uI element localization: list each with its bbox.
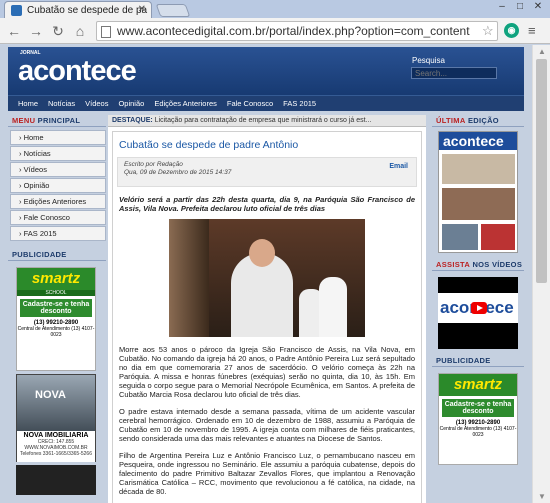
third-ad[interactable] <box>16 465 96 495</box>
right-sidebar: ÚLTIMA EDIÇÃO acontece ASSISTA NOS VÍDEO… <box>432 115 524 465</box>
browser-window: Cubatão se despede de pa ✕ – □ ✕ ← → ↻ ⌂… <box>0 0 550 503</box>
article-photo <box>169 219 365 337</box>
browser-tab[interactable]: Cubatão se despede de pa ✕ <box>4 1 152 18</box>
side-menu-item[interactable]: › Fale Conosco <box>10 210 106 225</box>
video-player[interactable]: acontece <box>438 277 518 349</box>
smartz-ad-right[interactable]: smartz Cadastre-se e tenha desconto (13)… <box>438 373 518 465</box>
tab-title: Cubatão se despede de pa <box>27 5 148 16</box>
side-menu-item[interactable]: › Edições Anteriores <box>10 194 106 209</box>
side-menu-item[interactable]: › FAS 2015 <box>10 226 106 241</box>
nav-fas[interactable]: FAS 2015 <box>283 96 316 111</box>
search-label: Pesquisa <box>412 56 445 65</box>
article-date: Qua, 09 de Dezembro de 2015 14:37 <box>124 169 232 176</box>
browser-toolbar: ← → ↻ ⌂ www.acontecedigital.com.br/porta… <box>0 18 550 44</box>
nav-home[interactable]: Home <box>18 96 38 111</box>
main-nav: Home Notícias Vídeos Opinião Edições Ant… <box>8 95 524 111</box>
scroll-down-icon[interactable]: ▼ <box>538 492 546 501</box>
side-menu-item[interactable]: › Notícias <box>10 146 106 161</box>
article-author: Escrito por Redação <box>124 161 183 168</box>
left-sidebar: MENU PRINCIPAL › Home › Notícias › Vídeo… <box>8 115 106 495</box>
maximize-icon[interactable]: □ <box>512 0 528 14</box>
back-icon[interactable]: ← <box>6 23 22 39</box>
side-menu-item[interactable]: › Opinião <box>10 178 106 193</box>
article-paragraph: O padre estava internado desde a semana … <box>119 407 415 443</box>
extension-icon[interactable]: ◉ <box>504 23 519 38</box>
article-lead: Velório será a partir das 22h desta quar… <box>119 195 415 213</box>
reload-icon[interactable]: ↻ <box>50 23 66 40</box>
right-ads-heading: PUBLICIDADE <box>432 355 524 367</box>
site-logo[interactable]: JORNAL acontece <box>18 50 137 88</box>
destaque-ticker[interactable]: DESTAQUE: Licitação para contratação de … <box>108 115 426 127</box>
article-paragraph: Filho de Argentina Pereira Luz e Antônio… <box>119 451 415 496</box>
search-input[interactable] <box>411 67 497 79</box>
scroll-up-icon[interactable]: ▲ <box>538 47 546 56</box>
address-bar[interactable]: www.acontecedigital.com.br/portal/index.… <box>96 21 498 41</box>
latest-edition-cover[interactable]: acontece <box>438 131 518 253</box>
side-menu: › Home › Notícias › Vídeos › Opinião › E… <box>8 130 106 241</box>
favicon-icon <box>11 5 22 16</box>
nav-videos[interactable]: Vídeos <box>85 96 108 111</box>
side-menu-item[interactable]: › Vídeos <box>10 162 106 177</box>
close-window-icon[interactable]: ✕ <box>530 0 546 14</box>
chrome-menu-icon[interactable]: ≡ <box>528 23 536 38</box>
bookmark-star-icon[interactable]: ☆ <box>482 23 494 39</box>
close-tab-icon[interactable]: ✕ <box>138 4 146 15</box>
home-icon[interactable]: ⌂ <box>72 23 88 39</box>
article-paragraph: Morre aos 53 anos o pároco da Igreja São… <box>119 345 415 399</box>
site-header: JORNAL acontece Pesquisa <box>8 47 524 95</box>
page-icon <box>101 26 111 38</box>
new-tab-button[interactable] <box>155 4 191 17</box>
menu-heading: MENU PRINCIPAL <box>8 115 106 127</box>
nova-imobiliaria-ad[interactable]: NOVA NOVA IMOBILIARIA CRECI: 147.855 WWW… <box>16 374 96 462</box>
nav-edicoes[interactable]: Edições Anteriores <box>154 96 217 111</box>
play-icon[interactable] <box>471 302 487 314</box>
tab-bar: Cubatão se despede de pa ✕ – □ ✕ <box>0 0 550 18</box>
nav-noticias[interactable]: Notícias <box>48 96 75 111</box>
article: Cubatão se despede de padre Antônio Escr… <box>112 131 422 503</box>
ultima-edicao-heading: ÚLTIMA EDIÇÃO <box>432 115 524 127</box>
nav-opiniao[interactable]: Opinião <box>118 96 144 111</box>
scroll-thumb[interactable] <box>536 59 547 283</box>
main-content: DESTAQUE: Licitação para contratação de … <box>108 115 426 503</box>
ads-heading: PUBLICIDADE <box>8 249 106 261</box>
videos-heading: ASSISTA NOS VÍDEOS <box>432 259 524 271</box>
forward-icon[interactable]: → <box>28 23 44 39</box>
ad-photo <box>17 375 95 431</box>
smartz-ad[interactable]: smartz SCHOOL Cadastre-se e tenha descon… <box>16 267 96 371</box>
article-meta: Escrito por Redação Qua, 09 de Dezembro … <box>117 157 417 187</box>
minimize-icon[interactable]: – <box>494 0 510 14</box>
side-menu-item[interactable]: › Home <box>10 130 106 145</box>
web-page: JORNAL acontece Pesquisa Home Notícias V… <box>0 45 532 503</box>
email-link[interactable]: Email <box>389 163 408 170</box>
page-scrollbar[interactable]: ▲ ▼ <box>532 45 550 503</box>
article-title[interactable]: Cubatão se despede de padre Antônio <box>119 139 417 151</box>
nav-fale-conosco[interactable]: Fale Conosco <box>227 96 273 111</box>
url-text: www.acontecedigital.com.br/portal/index.… <box>117 24 470 38</box>
